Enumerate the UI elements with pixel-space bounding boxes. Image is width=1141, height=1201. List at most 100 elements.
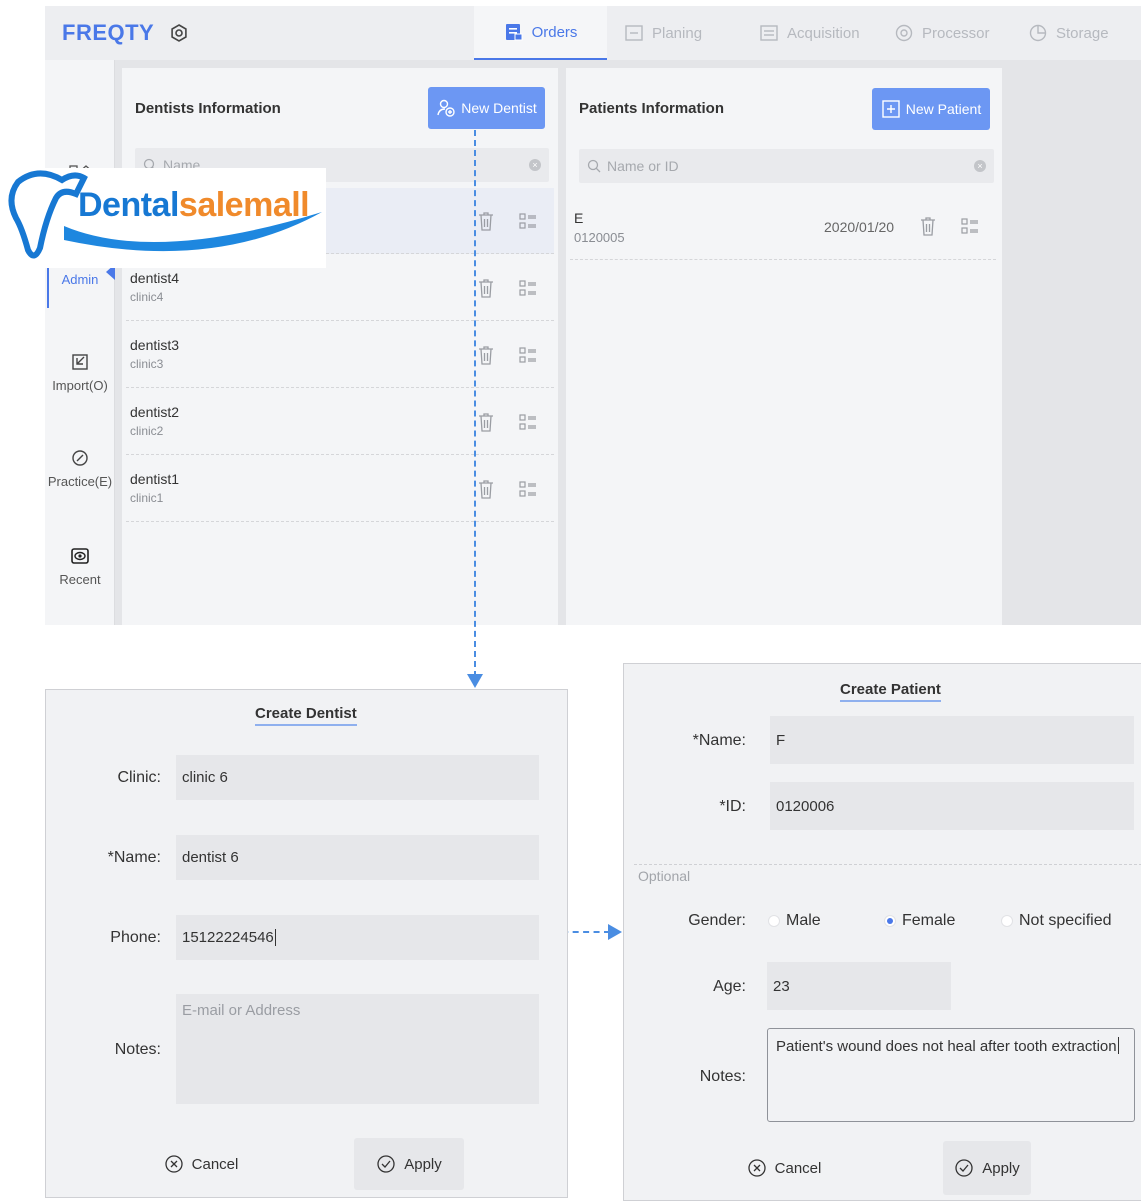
processor-icon <box>895 24 913 42</box>
dentist-apply-button[interactable]: Apply <box>354 1138 464 1190</box>
storage-icon <box>1029 24 1047 42</box>
sidebar-item-label: Recent <box>59 572 101 587</box>
dentist-name: dentist4 <box>130 270 180 286</box>
create-dentist-dialog: Create Dentist Clinic: clinic 6 *Name: d… <box>45 689 568 1198</box>
patient-id-label: *ID: <box>719 798 746 815</box>
tab-processor[interactable]: Processor <box>894 6 990 60</box>
settings-gear-icon[interactable] <box>169 23 189 43</box>
brand-logo: FREQTY <box>62 20 155 45</box>
delete-icon[interactable] <box>476 210 496 232</box>
patient-name-field[interactable]: F <box>770 716 1134 764</box>
recent-icon <box>71 548 89 564</box>
age-label: Age: <box>713 978 746 995</box>
dentist-cancel-button[interactable]: Cancel <box>151 1138 251 1190</box>
details-icon[interactable] <box>518 211 538 231</box>
patient-date: 2020/01/20 <box>824 219 895 235</box>
dentist-notes-field[interactable]: E-mail or Address <box>176 994 539 1104</box>
patient-id: 0120005 <box>574 230 625 245</box>
clinic-field[interactable]: clinic 6 <box>176 755 539 800</box>
dentist-name: dentist3 <box>130 337 180 353</box>
tab-processor-label: Processor <box>922 24 990 42</box>
dentalsalemall-watermark: Dentalsalemall <box>4 168 326 268</box>
patient-apply-button[interactable]: Apply <box>943 1141 1031 1195</box>
details-icon[interactable] <box>518 345 538 365</box>
top-bar: FREQTY Orders Planing Acquisition Proces… <box>45 6 1141 60</box>
patient-id-field[interactable]: 0120006 <box>770 782 1134 830</box>
new-patient-button[interactable]: New Patient <box>872 88 990 130</box>
dentist-row[interactable]: dentist1 clinic1 <box>126 456 554 522</box>
planning-icon <box>625 25 643 41</box>
details-icon[interactable] <box>518 278 538 298</box>
delete-icon[interactable] <box>476 411 496 433</box>
phone-label: Phone: <box>110 929 161 946</box>
sidebar-item-practice[interactable]: Practice(E) <box>45 448 115 489</box>
patient-cancel-button[interactable]: Cancel <box>734 1141 834 1195</box>
dentist-notes-label: Notes: <box>114 1041 161 1058</box>
patient-search-input[interactable]: Name or ID × <box>579 149 994 183</box>
radio-checked-icon <box>884 915 896 927</box>
gender-not-specified-radio[interactable]: Not specified <box>1001 912 1112 930</box>
practice-icon <box>72 450 88 466</box>
details-icon[interactable] <box>518 412 538 432</box>
dentist-name-field[interactable]: dentist 6 <box>176 835 539 880</box>
cancel-icon <box>164 1155 183 1173</box>
dentist-clinic: clinic1 <box>130 491 164 505</box>
dentist-row[interactable]: dentist2 clinic2 <box>126 389 554 455</box>
patient-notes-field[interactable]: Patient's wound does not heal after toot… <box>767 1028 1135 1122</box>
patients-panel-title: Patients Information <box>579 100 725 117</box>
add-box-icon <box>882 100 900 118</box>
new-patient-label: New Patient <box>905 101 982 117</box>
arrow-right-icon <box>608 924 622 940</box>
add-user-icon <box>437 99 455 117</box>
new-dentist-label: New Dentist <box>461 100 537 116</box>
phone-field[interactable]: 15122224546 <box>176 915 539 960</box>
age-field[interactable]: 23 <box>767 962 951 1010</box>
tab-storage-label: Storage <box>1056 24 1109 42</box>
create-patient-dialog: Create Patient *Name: F *ID: 0120006 Opt… <box>623 663 1141 1201</box>
delete-icon[interactable] <box>476 478 496 500</box>
text-cursor <box>1117 1037 1119 1054</box>
dentist-name: dentist2 <box>130 404 180 420</box>
gender-female-radio[interactable]: Female <box>884 912 955 930</box>
dentist-clinic: clinic4 <box>130 290 164 304</box>
dentists-panel: Dentists Information New Dentist Name × … <box>122 68 558 625</box>
optional-section-label: Optional <box>638 868 691 884</box>
create-patient-title: Create Patient <box>840 681 941 702</box>
tab-acquisition[interactable]: Acquisition <box>759 6 860 60</box>
details-icon[interactable] <box>518 479 538 499</box>
delete-icon[interactable] <box>918 215 938 237</box>
patient-name: E <box>574 210 584 226</box>
dentist-row[interactable]: dentist3 clinic3 <box>126 322 554 388</box>
tab-storage[interactable]: Storage <box>1028 6 1109 60</box>
patient-name-label: *Name: <box>692 732 746 749</box>
check-icon <box>377 1155 395 1173</box>
clear-search-icon[interactable]: × <box>529 159 541 171</box>
orders-icon <box>505 24 523 41</box>
side-navigation: Admin Import(O) Practice(E) Recent <box>45 60 115 625</box>
patient-row[interactable]: E 0120005 2020/01/20 <box>570 195 996 260</box>
watermark-text: Dentalsalemall <box>78 186 310 224</box>
sidebar-item-label: Practice(E) <box>47 474 113 489</box>
tab-orders-label: Orders <box>531 23 578 41</box>
radio-unchecked-icon <box>768 915 780 927</box>
delete-icon[interactable] <box>476 344 496 366</box>
dentist-clinic: clinic3 <box>130 357 164 371</box>
check-icon <box>955 1159 973 1177</box>
sidebar-item-label: Import(O) <box>52 378 108 393</box>
gender-male-radio[interactable]: Male <box>768 912 821 930</box>
acquisition-icon <box>760 25 778 41</box>
patient-search-placeholder: Name or ID <box>607 158 679 174</box>
clear-search-icon[interactable]: × <box>974 160 986 172</box>
details-icon[interactable] <box>960 216 980 236</box>
new-dentist-button[interactable]: New Dentist <box>428 87 545 129</box>
sidebar-item-import[interactable]: Import(O) <box>45 352 115 393</box>
patients-panel: Patients Information New Patient Name or… <box>566 68 1002 625</box>
dentist-name: dentist1 <box>130 471 180 487</box>
tab-planing[interactable]: Planing <box>624 6 702 60</box>
delete-icon[interactable] <box>476 277 496 299</box>
tab-acquisition-label: Acquisition <box>787 24 860 42</box>
clinic-label: Clinic: <box>117 769 161 786</box>
gender-label: Gender: <box>688 912 746 929</box>
sidebar-item-recent[interactable]: Recent <box>45 546 115 587</box>
tab-orders[interactable]: Orders <box>474 6 607 60</box>
